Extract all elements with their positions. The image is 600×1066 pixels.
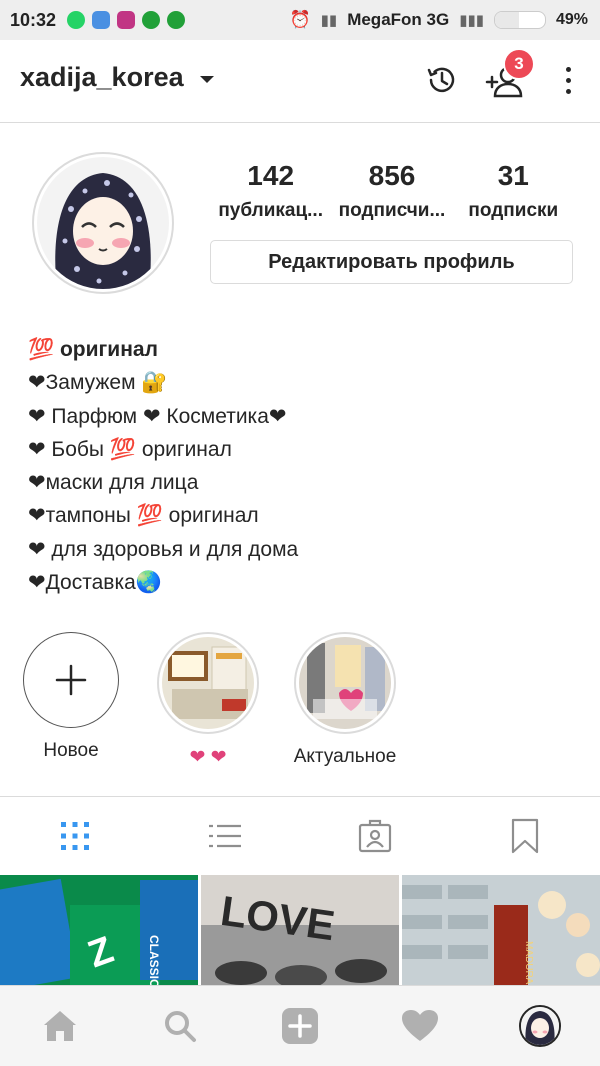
- battery-icon: [493, 11, 546, 29]
- highlight-ring: [157, 632, 259, 734]
- profile-tabs: [0, 796, 600, 875]
- post-thumbnail[interactable]: LOVE: [201, 875, 399, 985]
- profile-avatar-icon: [519, 1005, 561, 1047]
- nav-add-post[interactable]: [240, 986, 360, 1066]
- bio-line: ❤Доставка🌏: [28, 571, 162, 595]
- stat-following[interactable]: 31 подписки: [453, 160, 574, 222]
- profile-stats: 142 публикац... 856 подписчи... 31 подпи…: [210, 160, 574, 222]
- posts-count: 142: [247, 160, 295, 191]
- posts-grid: Z CLASSIC LOVE MADURA: [0, 875, 600, 985]
- followers-count: 856: [368, 160, 416, 191]
- bio-line: ❤ для здоровья и для дома: [28, 537, 299, 561]
- heart-icon: [402, 1010, 438, 1041]
- highlight-cover: [162, 637, 254, 729]
- bio-line: ❤Замужем 🔐: [28, 371, 168, 395]
- search-icon: [165, 1011, 196, 1042]
- status-time: 10:32: [10, 9, 57, 30]
- dot: [565, 78, 571, 83]
- alarm-icon: ⏰: [289, 10, 311, 29]
- sberbank-icon: [142, 11, 161, 29]
- carrier-name: MegaFon 3G: [347, 10, 450, 29]
- grid-icon: [61, 822, 89, 850]
- tab-tagged[interactable]: [300, 797, 450, 875]
- tagged-icon: [358, 819, 392, 853]
- dot: [565, 67, 571, 72]
- add-post-icon: [282, 1008, 318, 1044]
- profile-avatar[interactable]: [32, 152, 174, 294]
- followers-label: подписчи...: [338, 200, 446, 221]
- edit-profile-button[interactable]: Редактировать профиль: [210, 240, 573, 284]
- sberbank-icon: [167, 11, 186, 29]
- post-thumbnail[interactable]: Z CLASSIC: [0, 875, 198, 985]
- profile-picture: [37, 157, 169, 289]
- dot: [565, 89, 571, 94]
- highlight-label: ❤ ❤: [189, 747, 227, 768]
- new-highlight-button[interactable]: Новое: [16, 632, 126, 762]
- tab-grid[interactable]: [0, 797, 150, 875]
- post-caption: MADURA: [523, 941, 534, 985]
- bio-line: ❤ Бобы 💯 оригинал: [28, 437, 232, 461]
- bio-line: ❤ Парфюм ❤ Косметика❤: [28, 404, 287, 428]
- bio-line: ❤тампоны 💯 оригинал: [28, 504, 259, 528]
- post-thumbnail[interactable]: MADURA: [402, 875, 600, 985]
- signal-bars-icon: ▮▮▮: [459, 12, 484, 29]
- account-switcher-caret-icon[interactable]: [200, 76, 214, 83]
- history-icon: [427, 67, 455, 93]
- highlight-item[interactable]: Актуальное: [290, 632, 400, 768]
- highlight-ring: [294, 632, 396, 734]
- tab-list[interactable]: [150, 797, 300, 875]
- following-label: подписки: [468, 200, 559, 221]
- list-icon: [209, 824, 241, 848]
- bio-line: ❤маски для лица: [28, 471, 199, 495]
- highlight-cover: [299, 637, 391, 729]
- post-caption: CLASSIC: [147, 935, 161, 985]
- stat-followers[interactable]: 856 подписчи...: [331, 160, 452, 222]
- posts-label: публикац...: [218, 200, 323, 221]
- highlight-label: Актуальное: [293, 746, 397, 767]
- following-count: 31: [497, 160, 529, 191]
- notification-badge[interactable]: 3: [503, 48, 535, 80]
- activity-history-button[interactable]: [424, 62, 460, 98]
- story-highlights: Новое ❤ ❤ Актуальное: [0, 632, 600, 772]
- nav-home[interactable]: [0, 986, 120, 1066]
- bottom-navigation: [0, 985, 600, 1066]
- nav-profile[interactable]: [480, 986, 600, 1066]
- stat-posts[interactable]: 142 публикац...: [210, 160, 331, 222]
- nav-search[interactable]: [120, 986, 240, 1066]
- bio-line: 💯 оригинал: [28, 338, 158, 361]
- username[interactable]: xadija_korea: [20, 62, 184, 93]
- plus-icon: [55, 664, 87, 696]
- nav-activity[interactable]: [360, 986, 480, 1066]
- whatsapp-icon: [67, 11, 86, 29]
- highlight-label: Новое: [43, 740, 99, 761]
- instagram-icon: [117, 11, 136, 29]
- home-icon: [44, 1011, 76, 1041]
- messenger-icon: [92, 11, 111, 29]
- new-highlight-circle: [23, 632, 119, 728]
- options-menu-button[interactable]: [558, 64, 578, 100]
- highlight-item[interactable]: ❤ ❤: [153, 632, 263, 769]
- battery-percent: 49%: [555, 11, 588, 28]
- signal-icon: ▮▮: [320, 12, 338, 29]
- tab-saved[interactable]: [450, 797, 600, 875]
- profile-bio: 💯 оригинал ❤Замужем 🔐 ❤ Парфюм ❤ Космети…: [28, 333, 298, 599]
- status-bar: 10:32 ⏰ ▮▮ MegaFon 3G ▮▮▮ 49%: [0, 0, 600, 40]
- bookmark-icon: [511, 818, 539, 854]
